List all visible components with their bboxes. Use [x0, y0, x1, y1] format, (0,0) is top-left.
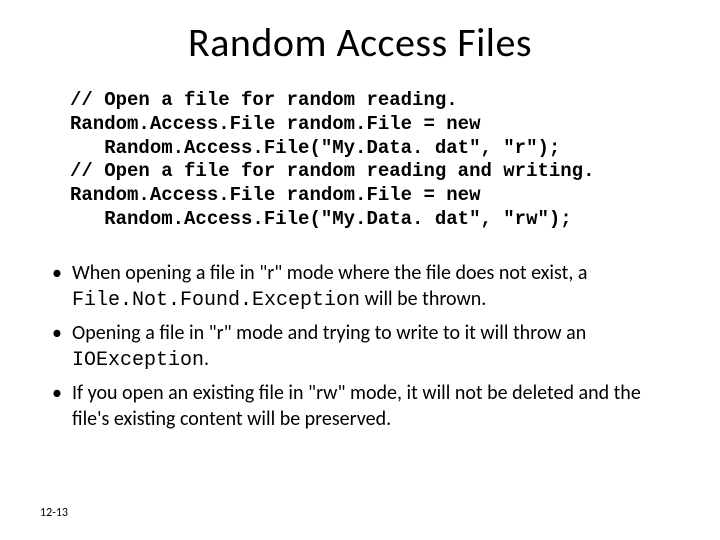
- code-line-5: Random.Access.File random.File = new: [70, 184, 480, 206]
- bullet-item-1: When opening a file in "r" mode where th…: [46, 260, 680, 314]
- code-line-3: Random.Access.File("My.Data. dat", "r");: [70, 137, 560, 159]
- code-line-4: // Open a file for random reading and wr…: [70, 160, 595, 182]
- slide: Random Access Files // Open a file for r…: [0, 0, 720, 540]
- code-line-2: Random.Access.File random.File = new: [70, 113, 480, 135]
- bullet-text: .: [204, 347, 209, 371]
- bullet-item-2: Opening a file in "r" mode and trying to…: [46, 320, 680, 374]
- code-line-1: // Open a file for random reading.: [70, 89, 458, 111]
- inline-code: File.Not.Found.Exception: [72, 289, 360, 312]
- slide-title: Random Access Files: [40, 18, 680, 67]
- bullet-text: Opening a file in "r" mode and trying to…: [72, 321, 586, 345]
- code-block: // Open a file for random reading. Rando…: [70, 89, 680, 232]
- bullet-item-3: If you open an existing file in "rw" mod…: [46, 380, 680, 432]
- bullet-text: will be thrown.: [360, 287, 486, 311]
- inline-code: IOException: [72, 349, 204, 372]
- bullet-list: When opening a file in "r" mode where th…: [46, 260, 680, 432]
- bullet-text: If you open an existing file in "rw" mod…: [72, 381, 641, 431]
- slide-number: 12-13: [40, 506, 68, 520]
- code-line-6: Random.Access.File("My.Data. dat", "rw")…: [70, 208, 572, 230]
- bullet-text: When opening a file in "r" mode where th…: [72, 261, 587, 285]
